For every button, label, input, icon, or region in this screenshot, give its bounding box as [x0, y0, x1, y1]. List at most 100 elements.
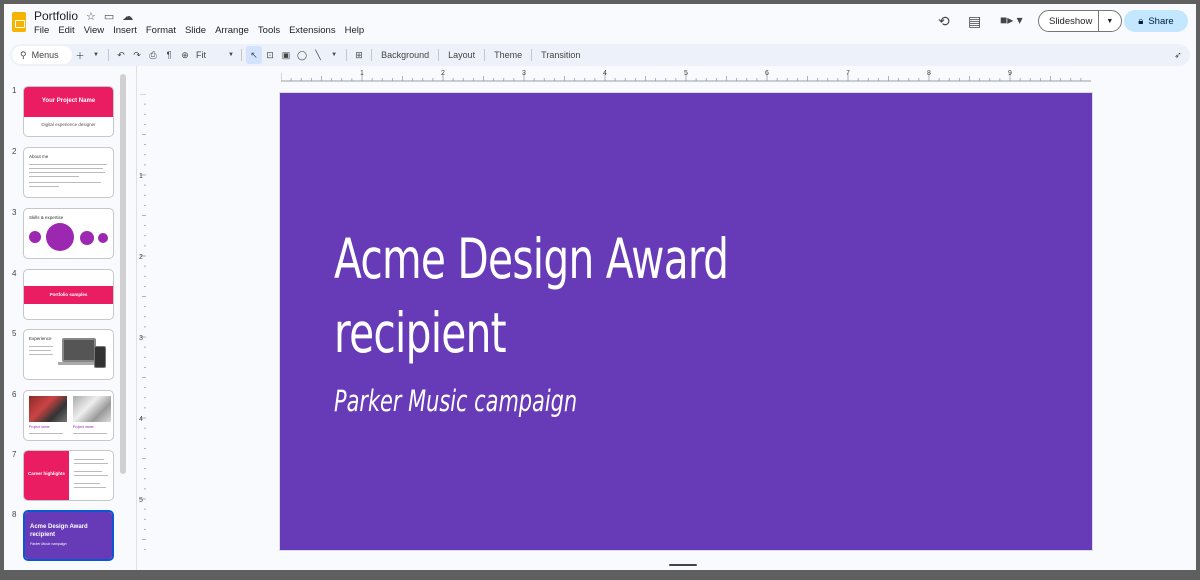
thumb-title: Experience [29, 336, 52, 341]
menu-slide[interactable]: Slide [185, 25, 206, 36]
insert-image-icon[interactable]: ▣ [278, 46, 294, 64]
menu-file[interactable]: File [34, 25, 49, 36]
speaker-notes-handle[interactable] [669, 564, 697, 566]
skill-circle [29, 231, 41, 243]
slideshow-label[interactable]: Slideshow [1039, 16, 1098, 27]
slide-thumbnail-8[interactable]: 8 Acme Design Award recipient Parker Mus… [4, 510, 124, 564]
thumb-title: Career highlights [28, 471, 66, 476]
thumb-title: Portfolio samples [49, 292, 88, 297]
line-icon[interactable]: ╲ [310, 46, 326, 64]
line-dropdown-icon[interactable]: ▼ [326, 46, 342, 64]
zoom-icon[interactable]: ⊕ [177, 46, 193, 64]
menus-label: Menus [31, 50, 59, 60]
slide-thumbnail-5[interactable]: 5 Experience [4, 329, 124, 383]
text-line [74, 463, 108, 465]
edit-mode-icon[interactable]: ➶ [1170, 46, 1186, 64]
ruler-label: 3 [522, 70, 526, 77]
zoom-select[interactable]: Fit ▼ [193, 46, 237, 64]
transition-button[interactable]: Transition [536, 46, 585, 64]
text-line [74, 459, 104, 461]
thumb-title: Acme Design Award recipient [30, 524, 88, 538]
thumbnail-preview[interactable]: Project name Project name [23, 390, 114, 441]
ruler-label: 5 [139, 497, 143, 504]
text-line [29, 433, 63, 435]
star-icon[interactable]: ☆ [86, 10, 96, 23]
menu-arrange[interactable]: Arrange [215, 25, 249, 36]
print-icon[interactable]: ⎙ [145, 46, 161, 64]
slide-thumbnail-4[interactable]: 4 Portfolio samples [4, 269, 124, 323]
ruler-label: 1 [139, 173, 143, 180]
menus-search-button[interactable]: ⚲ Menus [12, 46, 72, 64]
app-window: Portfolio ☆ ▭ ☁ File Edit View Insert Fo… [4, 4, 1196, 570]
shape-icon[interactable]: ◯ [294, 46, 310, 64]
horizontal-ruler[interactable]: 1 2 3 4 5 6 7 8 9 [281, 68, 1091, 82]
comments-icon[interactable]: ▤ [968, 13, 981, 30]
thumbnail-preview-selected[interactable]: Acme Design Award recipient Parker Music… [23, 510, 114, 561]
text-box-icon[interactable]: ⊡ [262, 46, 278, 64]
chevron-down-icon[interactable]: ▼ [1097, 11, 1121, 31]
ruler-label: 5 [684, 70, 688, 77]
slide-thumbnail-3[interactable]: 3 Skills & expertise [4, 208, 124, 262]
text-line [74, 487, 106, 489]
skill-circle [46, 223, 74, 251]
thumbnail-preview[interactable]: Experience [23, 329, 114, 380]
paint-format-icon[interactable]: ¶ [161, 46, 177, 64]
ruler-label: 6 [765, 70, 769, 77]
slides-logo-icon[interactable] [12, 12, 26, 32]
thumbnail-preview[interactable]: Portfolio samples [23, 269, 114, 320]
slide-thumbnail-7[interactable]: 7 Career highlights [4, 450, 124, 504]
menu-view[interactable]: View [84, 25, 104, 36]
slide-thumbnail-2[interactable]: 2 About me [4, 147, 124, 201]
slide-title[interactable]: Acme Design Award recipient [334, 222, 867, 370]
slide-filmstrip[interactable]: 1 Your Project Name Digital experience d… [4, 70, 132, 570]
thumbnail-preview[interactable]: About me [23, 147, 114, 198]
thumbnail-preview[interactable]: Skills & expertise [23, 208, 114, 259]
slide-thumbnail-1[interactable]: 1 Your Project Name Digital experience d… [4, 86, 124, 140]
thumbnail-preview[interactable]: Your Project Name Digital experience des… [23, 86, 114, 137]
text-line [73, 433, 107, 435]
slide-canvas-area[interactable]: 1 2 3 4 5 6 7 8 9 1 2 3 4 5 Acme Design Award recipi… [136, 66, 1196, 570]
move-folder-icon[interactable]: ▭ [104, 10, 114, 23]
slide-subtitle[interactable]: Parker Music campaign [334, 384, 577, 418]
thumbnail-preview[interactable]: Career highlights [23, 450, 114, 501]
laptop-image [62, 338, 96, 362]
project-photo [73, 396, 111, 422]
add-comment-icon[interactable]: ⊞ [351, 46, 367, 64]
slide-number: 1 [12, 86, 17, 95]
vertical-ruler[interactable]: 1 2 3 4 5 [137, 94, 147, 556]
menu-extensions[interactable]: Extensions [289, 25, 335, 36]
new-slide-dropdown-icon[interactable]: ▼ [88, 46, 104, 64]
toolbar-divider [241, 49, 242, 61]
zoom-value: Fit [196, 50, 206, 60]
theme-button[interactable]: Theme [489, 46, 527, 64]
menu-edit[interactable]: Edit [58, 25, 74, 36]
title-icons: ☆ ▭ ☁ [86, 10, 133, 23]
redo-icon[interactable]: ↷ [129, 46, 145, 64]
menu-format[interactable]: Format [146, 25, 176, 36]
slideshow-button[interactable]: Slideshow ▼ [1038, 10, 1122, 32]
chevron-down-icon: ▼ [228, 52, 234, 58]
select-cursor-icon[interactable]: ↖ [246, 46, 262, 64]
current-slide[interactable]: Acme Design Award recipient Parker Music… [280, 93, 1092, 550]
text-line [29, 168, 103, 170]
version-history-icon[interactable]: ⟲ [938, 13, 950, 30]
menu-tools[interactable]: Tools [258, 25, 280, 36]
menu-insert[interactable]: Insert [113, 25, 137, 36]
toolbar-divider [371, 49, 373, 61]
cloud-status-icon[interactable]: ☁ [122, 10, 133, 23]
new-slide-icon[interactable]: ＋ [72, 46, 88, 64]
undo-icon[interactable]: ↶ [113, 46, 129, 64]
share-button[interactable]: 🔒︎ Share [1124, 10, 1188, 32]
thumb-title: Skills & expertise [29, 215, 64, 220]
document-title[interactable]: Portfolio [34, 9, 78, 23]
slide-number: 5 [12, 329, 17, 338]
meet-video-icon[interactable]: ■▸ ▾ [1000, 13, 1023, 27]
background-button[interactable]: Background [376, 46, 434, 64]
menu-help[interactable]: Help [345, 25, 365, 36]
toolbar-divider [484, 49, 486, 61]
text-line [74, 471, 102, 473]
slide-thumbnail-6[interactable]: 6 Project name Project name [4, 390, 124, 444]
ruler-label: 4 [603, 70, 607, 77]
layout-button[interactable]: Layout [443, 46, 480, 64]
ruler-label: 8 [927, 70, 931, 77]
